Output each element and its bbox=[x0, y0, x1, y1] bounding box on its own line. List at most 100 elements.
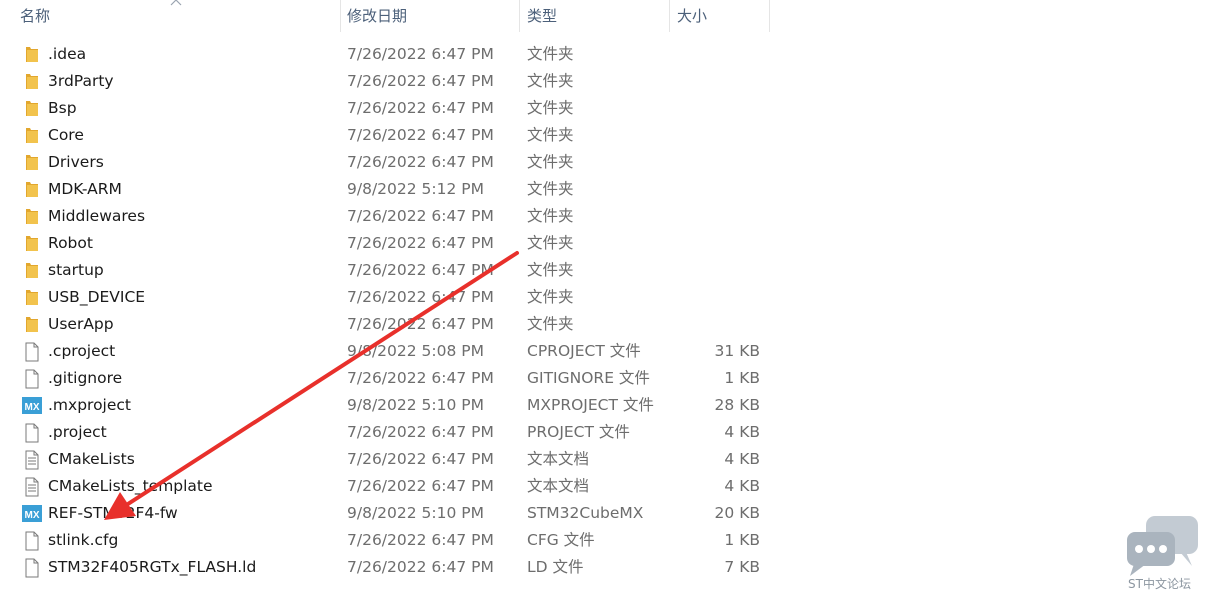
column-header: 名称 修改日期 类型 大小 bbox=[0, 0, 1206, 32]
folder-icon bbox=[26, 236, 38, 251]
file-name: .mxproject bbox=[48, 396, 131, 414]
file-row[interactable]: Bsp 7/26/2022 6:47 PM 文件夹 bbox=[0, 95, 1206, 122]
file-row[interactable]: USB_DEVICE 7/26/2022 6:47 PM 文件夹 bbox=[0, 284, 1206, 311]
file-icon-cell bbox=[22, 149, 44, 176]
file-type: CFG 文件 bbox=[527, 531, 595, 549]
file-icon bbox=[25, 369, 39, 389]
file-type: STM32CubeMX bbox=[527, 504, 644, 522]
file-type: 文件夹 bbox=[527, 288, 574, 306]
file-type: MXPROJECT 文件 bbox=[527, 396, 654, 414]
file-row[interactable]: 3rdParty 7/26/2022 6:47 PM 文件夹 bbox=[0, 68, 1206, 95]
file-row[interactable]: Middlewares 7/26/2022 6:47 PM 文件夹 bbox=[0, 203, 1206, 230]
file-date-modified: 7/26/2022 6:47 PM bbox=[347, 261, 494, 279]
text-file-icon bbox=[25, 450, 39, 470]
file-size: 20 KB bbox=[714, 504, 760, 522]
file-date-modified: 7/26/2022 6:47 PM bbox=[347, 288, 494, 306]
file-name: Robot bbox=[48, 234, 93, 252]
file-size bbox=[680, 176, 760, 203]
file-row[interactable]: CMakeLists 7/26/2022 6:47 PM 文本文档 4 KB bbox=[0, 446, 1206, 473]
file-icon-cell bbox=[22, 68, 44, 95]
file-icon bbox=[25, 423, 39, 443]
file-name: .project bbox=[48, 423, 107, 441]
file-date-modified: 9/8/2022 5:08 PM bbox=[347, 342, 484, 360]
file-size bbox=[680, 95, 760, 122]
file-icon-cell bbox=[22, 176, 44, 203]
mx-label: MX bbox=[25, 402, 40, 413]
file-name: .idea bbox=[48, 45, 87, 63]
file-list: .idea 7/26/2022 6:47 PM 文件夹 3rdParty 7/26/20… bbox=[0, 41, 1206, 581]
header-name[interactable]: 名称 bbox=[12, 0, 340, 32]
file-row[interactable]: startup 7/26/2022 6:47 PM 文件夹 bbox=[0, 257, 1206, 284]
mx-label: MX bbox=[25, 510, 40, 521]
file-icon bbox=[25, 342, 39, 362]
file-row[interactable]: CMakeLists_template 7/26/2022 6:47 PM 文本文档… bbox=[0, 473, 1206, 500]
file-row[interactable]: Robot 7/26/2022 6:47 PM 文件夹 bbox=[0, 230, 1206, 257]
folder-icon bbox=[26, 128, 38, 143]
file-row[interactable]: Drivers 7/26/2022 6:47 PM 文件夹 bbox=[0, 149, 1206, 176]
file-name: REF-STM32F4-fw bbox=[48, 504, 178, 522]
file-icon-cell bbox=[22, 365, 44, 392]
watermark-text: ST中文论坛 bbox=[1128, 577, 1191, 591]
file-row[interactable]: .project 7/26/2022 6:47 PM PROJECT 文件 4 KB bbox=[0, 419, 1206, 446]
text-file-icon bbox=[25, 477, 39, 497]
file-date-modified: 9/8/2022 5:12 PM bbox=[347, 180, 484, 198]
file-name: Bsp bbox=[48, 99, 77, 117]
file-row[interactable]: stlink.cfg 7/26/2022 6:47 PM CFG 文件 1 KB bbox=[0, 527, 1206, 554]
file-row[interactable]: .gitignore 7/26/2022 6:47 PM GITIGNORE 文件 1… bbox=[0, 365, 1206, 392]
file-date-modified: 7/26/2022 6:47 PM bbox=[347, 315, 494, 333]
file-icon-cell bbox=[22, 419, 44, 446]
file-icon-cell bbox=[22, 284, 44, 311]
mx-icon: MX bbox=[22, 397, 42, 414]
file-row[interactable]: Core 7/26/2022 6:47 PM 文件夹 bbox=[0, 122, 1206, 149]
file-size bbox=[680, 68, 760, 95]
file-date-modified: 7/26/2022 6:47 PM bbox=[347, 72, 494, 90]
file-row[interactable]: MDK-ARM 9/8/2022 5:12 PM 文件夹 bbox=[0, 176, 1206, 203]
file-explorer: 名称 修改日期 类型 大小 .idea 7/26/2022 6:47 PM 文件夹 3… bbox=[0, 0, 1206, 599]
file-size: 1 KB bbox=[724, 369, 760, 387]
header-date-modified[interactable]: 修改日期 bbox=[339, 0, 519, 32]
file-row[interactable]: .idea 7/26/2022 6:47 PM 文件夹 bbox=[0, 41, 1206, 68]
file-type: CPROJECT 文件 bbox=[527, 342, 641, 360]
file-type: 文本文档 bbox=[527, 477, 590, 495]
file-name: Core bbox=[48, 126, 84, 144]
file-date-modified: 7/26/2022 6:47 PM bbox=[347, 369, 494, 387]
file-type: 文件夹 bbox=[527, 234, 574, 252]
file-icon-cell bbox=[22, 446, 44, 473]
file-icon-cell bbox=[22, 473, 44, 500]
file-type: 文件夹 bbox=[527, 315, 574, 333]
file-name: .gitignore bbox=[48, 369, 123, 387]
file-type: 文件夹 bbox=[527, 99, 574, 117]
file-date-modified: 7/26/2022 6:47 PM bbox=[347, 558, 494, 576]
file-name: 3rdParty bbox=[48, 72, 114, 90]
header-size[interactable]: 大小 bbox=[669, 0, 769, 32]
file-date-modified: 9/8/2022 5:10 PM bbox=[347, 504, 484, 522]
file-row[interactable]: UserApp 7/26/2022 6:47 PM 文件夹 bbox=[0, 311, 1206, 338]
folder-icon bbox=[26, 263, 38, 278]
file-size bbox=[680, 122, 760, 149]
file-date-modified: 7/26/2022 6:47 PM bbox=[347, 234, 494, 252]
file-size bbox=[680, 257, 760, 284]
file-type: PROJECT 文件 bbox=[527, 423, 630, 441]
file-type: GITIGNORE 文件 bbox=[527, 369, 650, 387]
file-row[interactable]: STM32F405RGTx_FLASH.ld 7/26/2022 6:47 PM L… bbox=[0, 554, 1206, 581]
file-type: 文件夹 bbox=[527, 261, 574, 279]
file-size bbox=[680, 203, 760, 230]
file-icon-cell bbox=[22, 527, 44, 554]
file-date-modified: 7/26/2022 6:47 PM bbox=[347, 99, 494, 117]
file-row[interactable]: MX REF-STM32F4-fw 9/8/2022 5:10 PM STM32Cub… bbox=[0, 500, 1206, 527]
header-type[interactable]: 类型 bbox=[519, 0, 669, 32]
file-row[interactable]: MX .mxproject 9/8/2022 5:10 PM MXPROJECT 文件… bbox=[0, 392, 1206, 419]
file-size: 28 KB bbox=[714, 396, 760, 414]
file-type: 文件夹 bbox=[527, 207, 574, 225]
folder-icon bbox=[26, 74, 38, 89]
file-type: 文件夹 bbox=[527, 45, 574, 63]
file-icon-cell bbox=[22, 41, 44, 68]
file-icon-cell bbox=[22, 554, 44, 581]
file-row[interactable]: .cproject 9/8/2022 5:08 PM CPROJECT 文件 31 K… bbox=[0, 338, 1206, 365]
file-type: 文件夹 bbox=[527, 72, 574, 90]
column-divider[interactable] bbox=[769, 0, 770, 32]
file-icon-cell bbox=[22, 122, 44, 149]
file-name: .cproject bbox=[48, 342, 116, 360]
file-type: LD 文件 bbox=[527, 558, 584, 576]
folder-icon bbox=[26, 155, 38, 170]
